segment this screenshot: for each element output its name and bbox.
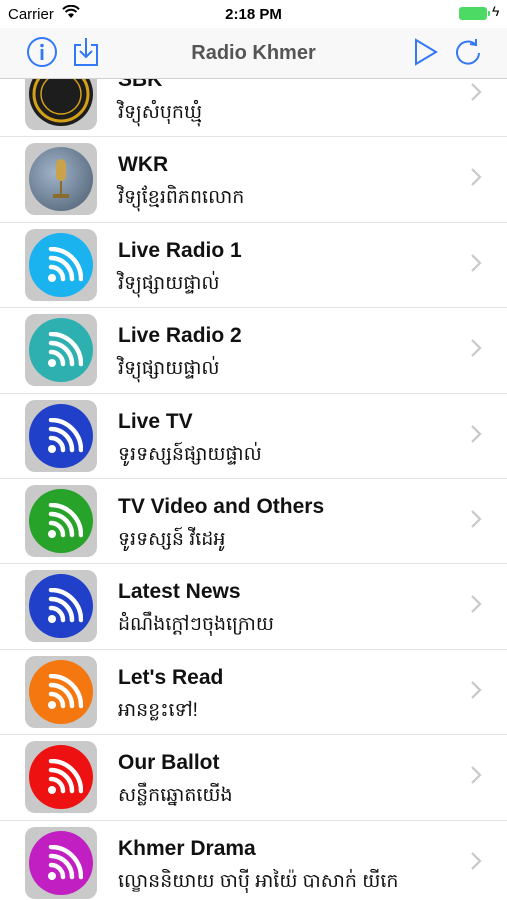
chevron-right-icon bbox=[470, 680, 482, 705]
sbk-logo-icon bbox=[29, 79, 93, 126]
radio-signal-icon bbox=[29, 745, 93, 810]
navigation-bar: Radio Khmer bbox=[0, 28, 507, 79]
station-row-sbk[interactable]: SBK វិទ្យុសំបុកឃ្មុំ bbox=[0, 79, 507, 138]
charging-icon: ϟ bbox=[492, 3, 500, 19]
station-name: Let's Read bbox=[118, 665, 224, 689]
station-subtitle: វិទ្យុផ្សាយផ្ទាល់ bbox=[118, 358, 220, 380]
battery-nub bbox=[488, 11, 490, 16]
radio-signal-icon bbox=[29, 830, 93, 895]
station-rows: SBK វិទ្យុសំបុកឃ្មុំ WKR វិទ្យុខ្មែរពិភព… bbox=[0, 79, 507, 900]
chevron-right-icon bbox=[470, 509, 482, 534]
station-subtitle: ទូរទស្សន៍ វីដេអូ bbox=[118, 528, 226, 550]
station-subtitle: ដំណឹងក្តៅៗចុងក្រោយ bbox=[118, 614, 274, 636]
station-thumbnail bbox=[25, 826, 97, 899]
play-icon[interactable] bbox=[410, 36, 442, 68]
station-name: WKR bbox=[118, 153, 169, 177]
chevron-right-icon bbox=[470, 82, 482, 107]
station-name: SBK bbox=[118, 79, 163, 91]
refresh-icon[interactable] bbox=[452, 36, 484, 68]
station-name: Our Ballot bbox=[118, 751, 220, 775]
radio-signal-icon bbox=[29, 232, 93, 297]
station-row-khmer-drama[interactable]: Khmer Drama ល្ខោននិយាយ ចាប៉ី អាយ៉ៃ បាសាក… bbox=[0, 821, 507, 900]
station-subtitle: វិទ្យុផ្សាយផ្ទាល់ bbox=[118, 272, 220, 294]
station-subtitle: ល្ខោននិយាយ ចាប៉ី អាយ៉ៃ បាសាក់ យីកេ bbox=[118, 870, 399, 892]
station-row-wkr[interactable]: WKR វិទ្យុខ្មែរពិភពលោក bbox=[0, 137, 507, 223]
station-row-our-ballot[interactable]: Our Ballot សន្លឹកឆ្នោតយើង bbox=[0, 735, 507, 821]
globe-microphone-icon bbox=[29, 147, 93, 212]
station-name: Live Radio 1 bbox=[118, 238, 242, 262]
chevron-right-icon bbox=[470, 167, 482, 192]
station-thumbnail bbox=[25, 399, 97, 472]
radio-signal-icon bbox=[29, 403, 93, 468]
station-subtitle: អានខ្លះទៅ! bbox=[118, 699, 198, 721]
station-subtitle: សន្លឹកឆ្នោតយើង bbox=[118, 785, 233, 807]
chevron-right-icon bbox=[470, 424, 482, 449]
station-row-tv-video-and-others[interactable]: TV Video and Others ទូរទស្សន៍ វីដេអូ bbox=[0, 479, 507, 565]
clock: 2:18 PM bbox=[225, 6, 282, 23]
station-name: Live TV bbox=[118, 409, 193, 433]
station-thumbnail bbox=[25, 314, 97, 387]
station-row-live-radio-1[interactable]: Live Radio 1 វិទ្យុផ្សាយផ្ទាល់ bbox=[0, 223, 507, 309]
station-list[interactable]: SBK វិទ្យុសំបុកឃ្មុំ WKR វិទ្យុខ្មែរពិភព… bbox=[0, 79, 507, 900]
status-bar: Carrier 2:18 PM ϟ bbox=[0, 0, 507, 28]
chevron-right-icon bbox=[470, 851, 482, 876]
station-name: Live Radio 2 bbox=[118, 324, 242, 348]
radio-signal-icon bbox=[29, 574, 93, 639]
radio-signal-icon bbox=[29, 659, 93, 724]
station-subtitle: វិទ្យុខ្មែរពិភពលោក bbox=[118, 187, 245, 209]
station-thumbnail bbox=[25, 484, 97, 557]
station-thumbnail bbox=[25, 570, 97, 643]
station-name: Khmer Drama bbox=[118, 836, 256, 860]
station-thumbnail bbox=[25, 143, 97, 216]
station-thumbnail bbox=[25, 228, 97, 301]
chevron-right-icon bbox=[470, 253, 482, 278]
radio-signal-icon bbox=[29, 318, 93, 383]
station-thumbnail bbox=[25, 741, 97, 814]
radio-signal-icon bbox=[29, 488, 93, 553]
station-subtitle: វិទ្យុសំបុកឃ្មុំ bbox=[118, 102, 203, 123]
station-name: Latest News bbox=[118, 580, 241, 604]
station-subtitle: ទូរទស្សន៍ផ្សាយផ្ទាល់ bbox=[118, 443, 262, 465]
chevron-right-icon bbox=[470, 338, 482, 363]
station-row-let-s-read[interactable]: Let's Read អានខ្លះទៅ! bbox=[0, 650, 507, 736]
station-thumbnail bbox=[25, 655, 97, 728]
station-thumbnail bbox=[25, 79, 97, 130]
station-row-live-tv[interactable]: Live TV ទូរទស្សន៍ផ្សាយផ្ទាល់ bbox=[0, 394, 507, 479]
chevron-right-icon bbox=[470, 765, 482, 790]
battery-icon bbox=[459, 7, 487, 20]
station-row-live-radio-2[interactable]: Live Radio 2 វិទ្យុផ្សាយផ្ទាល់ bbox=[0, 308, 507, 394]
station-row-latest-news[interactable]: Latest News ដំណឹងក្តៅៗចុងក្រោយ bbox=[0, 564, 507, 650]
station-name: TV Video and Others bbox=[118, 494, 325, 518]
chevron-right-icon bbox=[470, 594, 482, 619]
